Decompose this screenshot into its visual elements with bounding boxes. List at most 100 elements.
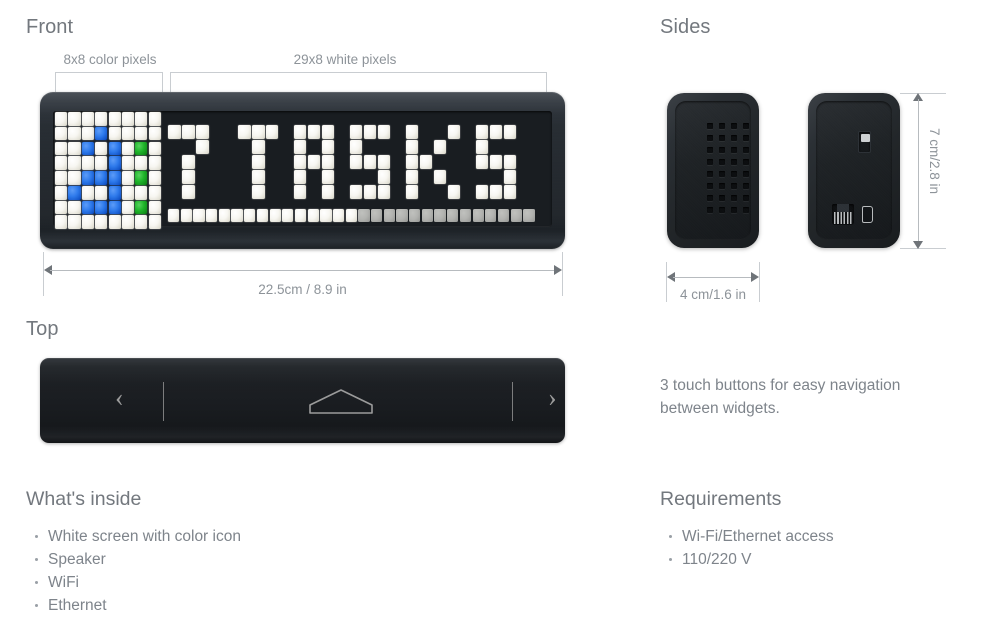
led-white xyxy=(405,125,419,139)
grille-hole xyxy=(743,123,749,129)
home-button-icon[interactable] xyxy=(307,387,375,415)
led-dim xyxy=(472,209,484,222)
led-white xyxy=(269,209,281,222)
led-off xyxy=(238,140,251,154)
progress-pixel-row xyxy=(168,209,535,222)
led-white xyxy=(503,184,517,199)
led-off xyxy=(392,170,405,184)
prev-arrow-icon[interactable]: ‹ xyxy=(115,385,124,411)
led-white xyxy=(307,154,321,169)
grille-hole xyxy=(731,183,737,189)
led-white xyxy=(475,154,489,169)
led-white xyxy=(206,209,218,222)
arrow-right-icon xyxy=(751,272,759,282)
grille-hole xyxy=(743,159,749,165)
next-arrow-icon[interactable]: › xyxy=(548,385,557,411)
led-white xyxy=(419,154,433,169)
led-off xyxy=(476,170,489,184)
list-item: Speaker xyxy=(35,548,241,571)
led-blue xyxy=(68,185,81,200)
led-white xyxy=(294,209,307,222)
led-white xyxy=(405,154,419,169)
led-white xyxy=(293,125,307,139)
led-off xyxy=(210,185,223,199)
led-white xyxy=(135,215,148,230)
led-off xyxy=(182,140,195,154)
section-title-sides: Sides xyxy=(660,16,711,38)
led-white xyxy=(251,184,265,199)
led-green xyxy=(135,141,148,156)
led-dim xyxy=(447,209,459,222)
led-off xyxy=(336,155,349,169)
led-white xyxy=(231,209,243,222)
led-white xyxy=(121,141,135,156)
led-dim xyxy=(523,209,535,222)
grille-hole xyxy=(719,195,725,201)
led-white xyxy=(55,200,68,215)
led-off xyxy=(434,155,447,169)
grille-hole xyxy=(719,135,725,141)
bracket-color-pixels xyxy=(55,72,163,92)
list-item: White screen with color icon xyxy=(35,525,241,548)
usb-port-icon xyxy=(862,206,873,223)
led-off xyxy=(224,140,237,154)
led-white xyxy=(475,139,489,154)
led-white xyxy=(108,215,121,230)
side-panel-inner xyxy=(816,101,892,240)
led-white xyxy=(55,156,68,170)
led-white xyxy=(68,156,81,170)
led-white xyxy=(68,200,81,215)
led-white xyxy=(349,125,363,139)
led-blue xyxy=(95,200,108,215)
led-white xyxy=(363,125,377,139)
dimension-line xyxy=(673,277,753,278)
led-off xyxy=(504,140,517,154)
speaker-grille-icon xyxy=(707,123,749,213)
icon-pixel-grid xyxy=(55,112,161,230)
grille-hole xyxy=(707,195,713,201)
device-front-view xyxy=(40,92,565,249)
led-white xyxy=(95,112,108,126)
led-white xyxy=(55,171,68,185)
led-off xyxy=(462,140,475,154)
whats-inside-title: What's inside xyxy=(26,488,142,510)
grille-hole xyxy=(719,183,725,189)
device-side-ports xyxy=(808,93,900,248)
side-width-label: 4 cm/1.6 in xyxy=(679,287,747,302)
led-white xyxy=(81,126,94,141)
led-off xyxy=(420,140,433,154)
led-off xyxy=(448,170,461,184)
grille-hole xyxy=(731,171,737,177)
whats-inside-list: White screen with color icon Speaker WiFi E… xyxy=(26,525,241,617)
led-white xyxy=(321,184,335,199)
led-off xyxy=(210,170,223,184)
led-white xyxy=(321,154,335,169)
led-white xyxy=(377,169,391,184)
led-off xyxy=(336,125,349,139)
led-off xyxy=(224,125,237,139)
led-blue xyxy=(81,171,94,185)
led-off xyxy=(280,155,293,169)
led-white xyxy=(55,215,68,230)
led-white xyxy=(68,171,81,185)
side-panel-inner xyxy=(675,101,751,240)
led-off xyxy=(238,185,251,199)
led-white xyxy=(168,209,180,222)
led-white xyxy=(121,215,135,230)
led-off xyxy=(196,155,209,169)
ethernet-port-icon xyxy=(832,204,854,225)
grille-hole xyxy=(731,195,737,201)
led-dim xyxy=(434,209,446,222)
led-white xyxy=(349,139,363,154)
led-off xyxy=(266,140,279,154)
led-white xyxy=(108,126,121,141)
led-white xyxy=(95,215,108,230)
led-white xyxy=(121,185,135,200)
led-off xyxy=(434,125,447,139)
led-off xyxy=(420,185,433,199)
led-off xyxy=(462,185,475,199)
led-dim xyxy=(383,209,395,222)
requirements-title: Requirements xyxy=(660,488,782,510)
led-white xyxy=(148,156,161,170)
led-white xyxy=(68,126,81,141)
